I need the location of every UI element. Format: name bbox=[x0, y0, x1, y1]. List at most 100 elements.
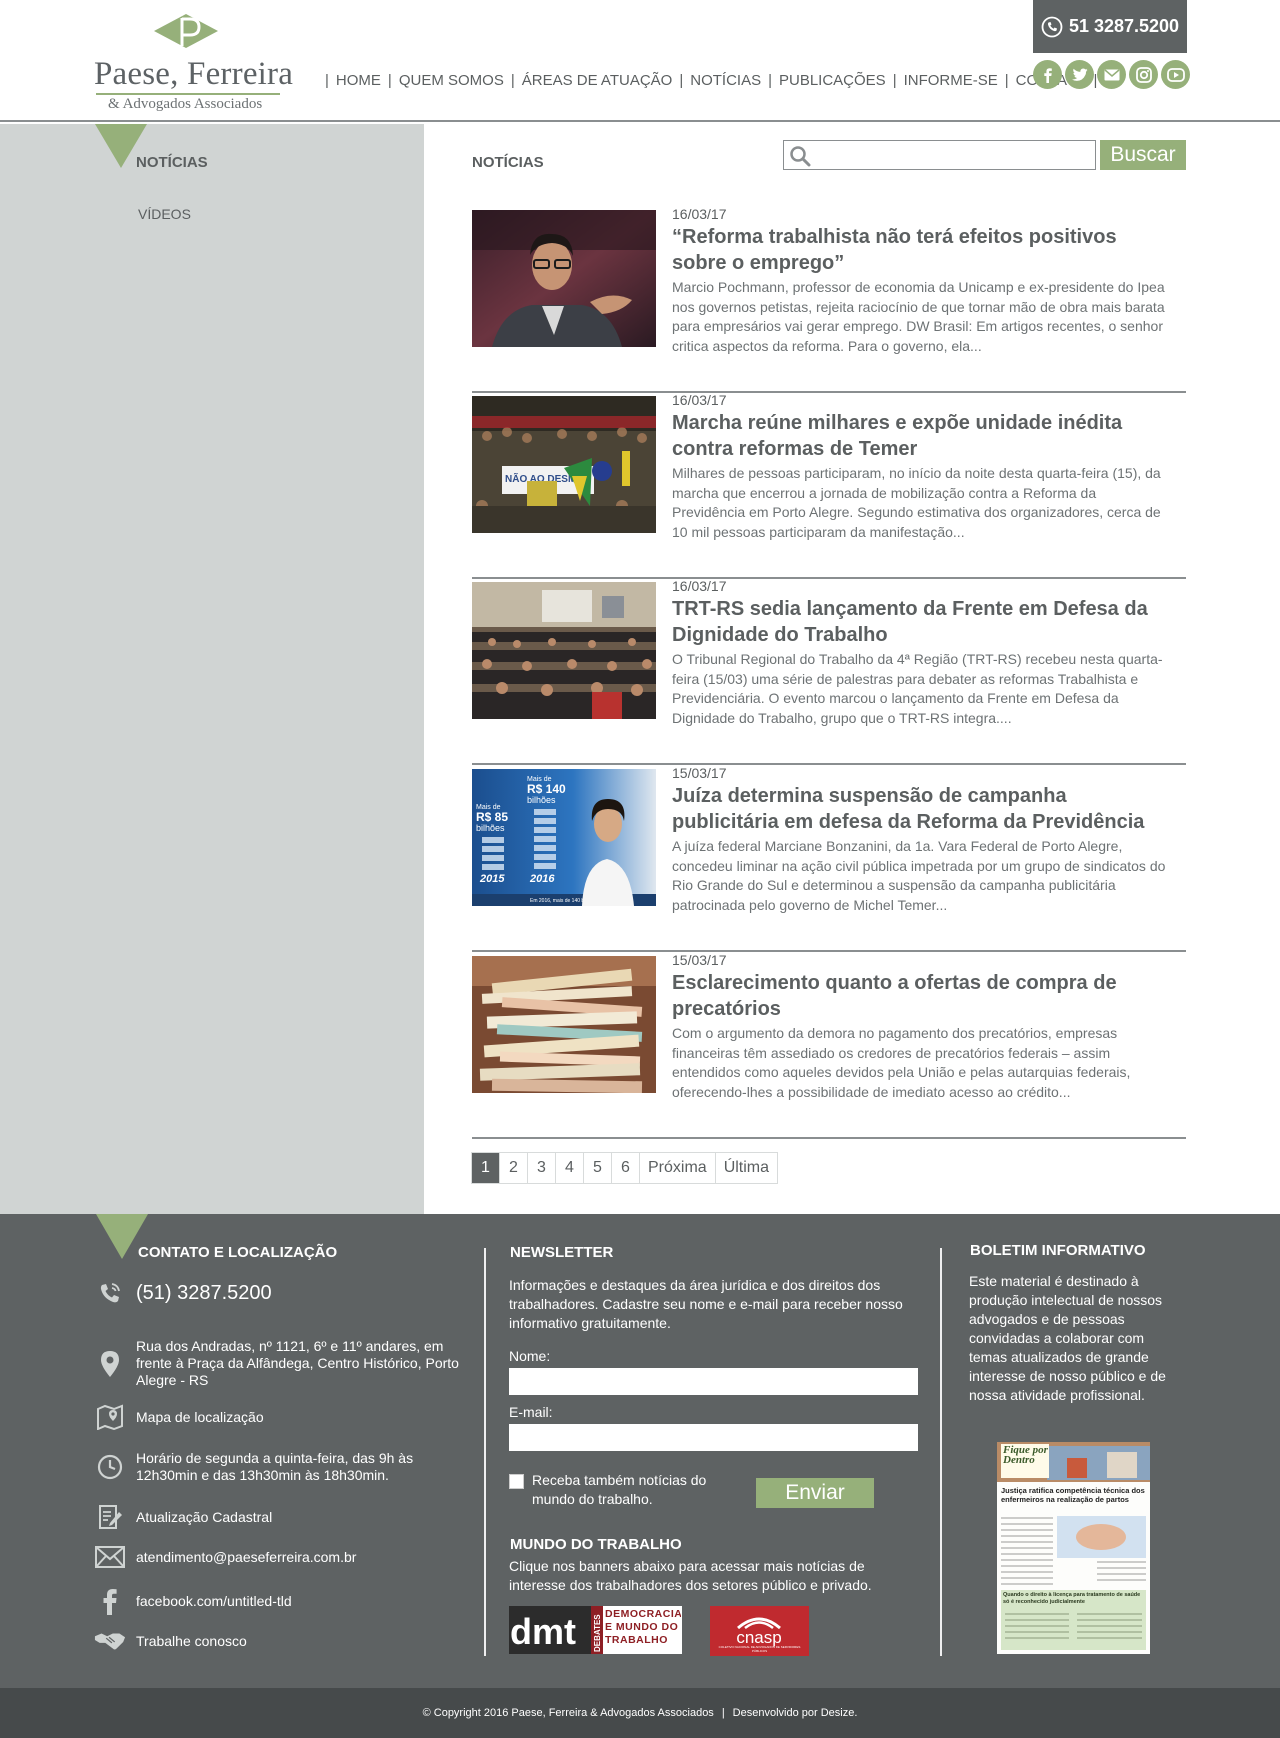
thumb-chart-2016-unit: bilhões bbox=[527, 795, 556, 805]
footer-email-link[interactable]: atendimento@paeseferreira.com.br bbox=[94, 1546, 356, 1568]
search-icon bbox=[790, 146, 811, 167]
news-date: 16/03/17 bbox=[672, 578, 727, 594]
cnasp-subtitle: COLETIVO NACIONAL DE ADVOGADOS DE SERVID… bbox=[718, 1646, 801, 1653]
news-item: 16/03/17 “Reforma trabalhista não terá e… bbox=[472, 206, 1186, 393]
footer-divider bbox=[484, 1248, 486, 1656]
page-4-button[interactable]: 4 bbox=[556, 1153, 584, 1183]
bulletin-cover[interactable]: Fique por Dentro Justiça ratifica compet… bbox=[997, 1442, 1150, 1654]
news-thumbnail[interactable]: NÃO AO DESM bbox=[472, 396, 656, 533]
bulletin-cover-headline: Justiça ratifica competência técnica dos… bbox=[1001, 1486, 1145, 1504]
search-field[interactable] bbox=[783, 140, 1096, 170]
newsletter-checkbox[interactable] bbox=[509, 1474, 524, 1489]
dmt-banner[interactable]: dmt DEBATES DEMOCRACIA E MUNDO DO TRABAL… bbox=[509, 1606, 682, 1654]
cnasp-banner[interactable]: cnasp COLETIVO NACIONAL DE ADVOGADOS DE … bbox=[710, 1606, 809, 1656]
sidebar-item-videos[interactable]: VÍDEOS bbox=[138, 206, 191, 222]
bulletin-description: Este material é destinado à produção int… bbox=[969, 1273, 1166, 1403]
nav-item-quem-somos[interactable]: QUEM SOMOS bbox=[399, 72, 504, 89]
news-date: 16/03/17 bbox=[672, 392, 727, 408]
footer-phone-number: (51) 3287.5200 bbox=[136, 1281, 272, 1304]
footer-facebook-url: facebook.com/untitled-tld bbox=[136, 1592, 292, 1609]
footer-map-link[interactable]: Mapa de localização bbox=[94, 1404, 264, 1430]
nav-item-informe-se[interactable]: INFORME-SE bbox=[904, 72, 998, 89]
newsletter-name-input[interactable] bbox=[509, 1368, 918, 1395]
nav-item-publicacoes[interactable]: PUBLICAÇÕES bbox=[779, 72, 886, 89]
thumb-chart-2016-value: R$ 140 bbox=[527, 782, 566, 796]
page-5-button[interactable]: 5 bbox=[584, 1153, 612, 1183]
sidebar: NOTÍCIAS VÍDEOS bbox=[0, 124, 424, 1214]
developer-credit[interactable]: Desenvolvido por Desize. bbox=[733, 1707, 858, 1719]
header-phone-number: 51 3287.5200 bbox=[1068, 16, 1180, 36]
thumb-year-2016: 2016 bbox=[529, 873, 555, 885]
nav-item-home[interactable]: HOME bbox=[336, 72, 381, 89]
nav-separator: | bbox=[387, 72, 392, 89]
footer-update-link[interactable]: Atualização Cadastral bbox=[94, 1504, 272, 1530]
footer-phone[interactable]: (51) 3287.5200 bbox=[94, 1280, 272, 1306]
social-links bbox=[1033, 60, 1190, 89]
page-title: NOTÍCIAS bbox=[472, 154, 544, 171]
news-title[interactable]: Marcha reúne milhares e expõe unidade in… bbox=[672, 410, 1172, 462]
footer-divider bbox=[940, 1248, 942, 1656]
site-header: Paese, Ferreira & Advogados Associados |… bbox=[0, 0, 1280, 122]
instagram-icon[interactable] bbox=[1129, 60, 1158, 89]
next-page-button[interactable]: Próxima bbox=[640, 1153, 716, 1183]
nav-item-noticias[interactable]: NOTÍCIAS bbox=[690, 72, 761, 89]
cnasp-logo-text: cnasp bbox=[736, 1628, 781, 1647]
news-excerpt: Com o argumento da demora no pagamento d… bbox=[672, 1025, 1131, 1100]
newsletter-title: NEWSLETTER bbox=[510, 1244, 614, 1261]
page-6-button[interactable]: 6 bbox=[612, 1153, 640, 1183]
clock-icon bbox=[94, 1454, 126, 1480]
bulletin-cover-masthead: Fique por Dentro bbox=[1003, 1445, 1048, 1466]
newsletter-email-input[interactable] bbox=[509, 1424, 918, 1451]
handshake-icon bbox=[94, 1630, 126, 1652]
footer-jobs-link[interactable]: Trabalhe conosco bbox=[94, 1630, 247, 1652]
nav-separator: | bbox=[768, 72, 772, 89]
news-excerpt: Milhares de pessoas participaram, no iní… bbox=[672, 465, 1161, 540]
page-2-button[interactable]: 2 bbox=[500, 1153, 528, 1183]
news-title[interactable]: Juíza determina suspensão de campanha pu… bbox=[672, 783, 1172, 835]
nav-separator: | bbox=[679, 72, 684, 89]
footer-facebook-link[interactable]: facebook.com/untitled-tld bbox=[94, 1587, 292, 1615]
logo-subtitle: & Advogados Associados bbox=[108, 96, 263, 112]
thumb-chart-2015-value: R$ 85 bbox=[476, 810, 508, 824]
email-icon[interactable] bbox=[1097, 60, 1126, 89]
last-page-button[interactable]: Última bbox=[715, 1153, 778, 1183]
news-date: 15/03/17 bbox=[672, 952, 727, 968]
news-title[interactable]: “Reforma trabalhista não terá efeitos po… bbox=[672, 224, 1172, 276]
thumb-chart-2015-unit: bilhões bbox=[476, 823, 505, 833]
phone-icon bbox=[94, 1280, 126, 1306]
nav-item-areas-de-atuacao[interactable]: ÁREAS DE ATUAÇÃO bbox=[522, 72, 673, 89]
news-title[interactable]: TRT-RS sedia lançamento da Frente em Def… bbox=[672, 596, 1172, 648]
search-input[interactable] bbox=[814, 143, 1089, 167]
footer-map-label: Mapa de localização bbox=[136, 1408, 264, 1425]
nav-separator: | bbox=[892, 72, 897, 89]
dmt-side-text: DEBATES bbox=[593, 1614, 602, 1652]
news-item: Mais de R$ 85 bilhões Mais de R$ 140 bil… bbox=[472, 765, 1186, 952]
news-thumbnail[interactable]: Mais de R$ 85 bilhões Mais de R$ 140 bil… bbox=[472, 769, 656, 906]
youtube-icon[interactable] bbox=[1161, 60, 1190, 89]
page-1-button[interactable]: 1 bbox=[472, 1153, 500, 1183]
dmt-banner-text: DEMOCRACIA E MUNDO DO TRABALHO bbox=[605, 1608, 681, 1646]
nav-separator: | bbox=[325, 72, 329, 89]
facebook-icon[interactable] bbox=[1033, 60, 1062, 89]
copyright-text: © Copyright 2016 Paese, Ferreira & Advog… bbox=[422, 1707, 714, 1719]
location-pin-icon bbox=[94, 1350, 126, 1378]
news-thumbnail[interactable] bbox=[472, 582, 656, 719]
sidebar-item-noticias[interactable]: NOTÍCIAS bbox=[136, 154, 208, 171]
news-item: 15/03/17 Esclarecimento quanto a ofertas… bbox=[472, 952, 1186, 1139]
newsletter-send-button[interactable]: Enviar bbox=[756, 1478, 874, 1508]
logo[interactable]: Paese, Ferreira & Advogados Associados bbox=[92, 12, 293, 112]
footer-address: Rua dos Andradas, nº 1121, 6º e 11º anda… bbox=[94, 1338, 474, 1389]
world-of-work-description: Clique nos banners abaixo para acessar m… bbox=[509, 1558, 872, 1593]
news-thumbnail[interactable] bbox=[472, 210, 656, 347]
news-date: 15/03/17 bbox=[672, 765, 727, 781]
phone-icon bbox=[1041, 16, 1063, 37]
twitter-icon[interactable] bbox=[1065, 60, 1094, 89]
newsletter-name-label: Nome: bbox=[509, 1348, 551, 1364]
search-button[interactable]: Buscar bbox=[1100, 140, 1186, 170]
news-thumbnail[interactable] bbox=[472, 956, 656, 1093]
page-3-button[interactable]: 3 bbox=[528, 1153, 556, 1183]
news-title[interactable]: Esclarecimento quanto a ofertas de compr… bbox=[672, 970, 1172, 1022]
main-nav: | HOME | QUEM SOMOS | ÁREAS DE ATUAÇÃO |… bbox=[318, 72, 1104, 89]
footer-hours-text: Horário de segunda a quinta-feira, das 9… bbox=[136, 1450, 414, 1483]
header-phone[interactable]: 51 3287.5200 bbox=[1033, 0, 1187, 53]
